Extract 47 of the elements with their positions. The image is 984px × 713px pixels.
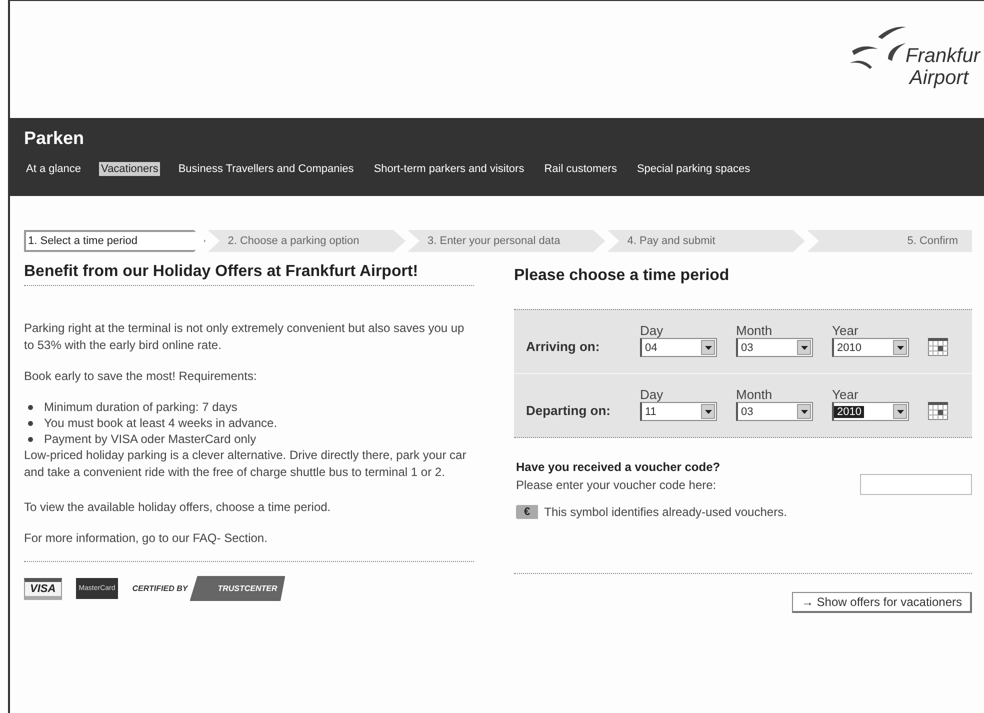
logo-text: Airport — [910, 67, 970, 89]
field-caption: Year — [832, 388, 860, 402]
field-caption: Day — [640, 388, 664, 402]
dropdown[interactable]: 2010 — [832, 338, 909, 357]
dropdown[interactable]: 04 — [640, 338, 717, 357]
logo-text: Frankfur — [906, 45, 980, 67]
paragraph: Book early to save the most! Requirements: — [24, 368, 258, 385]
field-caption: Month — [736, 388, 774, 402]
card-logo: VISA — [24, 578, 62, 600]
dropdown[interactable]: 11 — [640, 402, 717, 421]
nav-link[interactable]: Short-term parkers and visitors — [372, 162, 526, 176]
section-heading: Please choose a time period — [514, 266, 730, 285]
paragraph: Parking right at the terminal is not only extremely convenient but also saves you up to 53% with the early bird online rate. — [24, 320, 466, 354]
requirement-text: Payment by VISA oder MasterCard only — [44, 431, 256, 447]
calendar-icon[interactable] — [928, 402, 948, 420]
nav-link[interactable]: Business Travellers and Companies — [176, 162, 356, 176]
section-heading: Benefit from our Holiday Offers at Frankfurt Airport! — [24, 262, 420, 281]
field-caption: Year — [832, 324, 860, 338]
paragraph: To view the available holiday offers, choose a time period. — [24, 499, 332, 516]
nav-link[interactable]: At a glance — [24, 162, 84, 176]
dropdown[interactable]: 03 — [736, 402, 813, 421]
used-voucher-icon: € — [516, 505, 538, 519]
dropdown[interactable]: 2010 — [832, 402, 909, 421]
page-title: Parken — [24, 128, 86, 149]
bullet-icon — [28, 404, 33, 410]
bullet-icon — [28, 420, 33, 426]
date-label: Arriving on: — [526, 339, 601, 356]
date-label: Departing on: — [526, 403, 612, 420]
trustcenter-logo: TRUSTCENTER — [190, 576, 286, 601]
dropdown[interactable]: 03 — [736, 338, 813, 357]
voucher-note: This symbol identifies already-used vouchers. — [544, 505, 787, 519]
nav-link[interactable]: Vacationers — [99, 162, 160, 176]
certified-text: CERTIFIED BY — [132, 584, 188, 593]
field-caption: Month — [736, 324, 774, 338]
requirement-text: Minimum duration of parking: 7 days — [44, 399, 238, 415]
nav-link[interactable]: Special parking spaces — [634, 162, 752, 176]
calendar-icon[interactable] — [928, 338, 948, 356]
bullet-icon — [28, 436, 33, 442]
voucher-prompt: Please enter your voucher code here: — [516, 478, 716, 492]
show-offers-button[interactable]: → Show offers for vacationers — [792, 592, 972, 613]
requirement-text: You must book at least 4 weeks in advance. — [44, 415, 278, 431]
paragraph: For more information, go to our FAQ- Section. — [24, 530, 268, 547]
field-caption: Day — [640, 324, 664, 338]
voucher-heading: Have you received a voucher code? — [516, 460, 722, 474]
voucher-code-field[interactable] — [860, 474, 972, 495]
paragraph: Low-priced holiday parking is a clever alternative. Drive directly there, park your car and take a convenient ride with the free of charge shuttle bus to terminal 1 or 2. — [24, 447, 468, 481]
nav-link[interactable]: Rail customers — [542, 162, 619, 176]
